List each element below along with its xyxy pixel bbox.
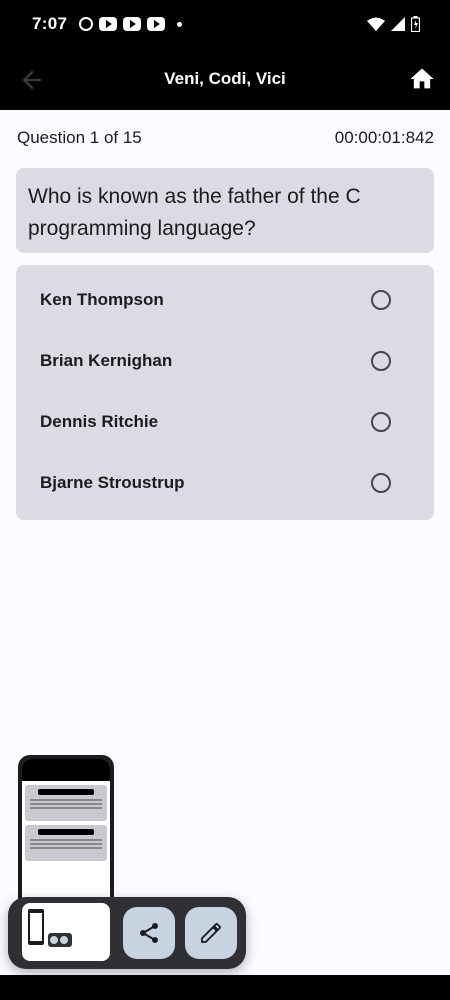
radio-button[interactable] <box>371 411 391 432</box>
screenshot-thumbnail[interactable] <box>22 903 110 961</box>
preview-line <box>30 843 102 845</box>
preview-line <box>30 847 102 849</box>
arrow-back-icon[interactable] <box>18 66 46 94</box>
pencil-icon <box>201 923 221 943</box>
app-title: Veni, Codi, Vici <box>164 69 286 88</box>
preview-app-bar <box>22 759 110 781</box>
preview-card <box>25 785 107 821</box>
share-button[interactable] <box>123 907 175 959</box>
option-item[interactable]: Ken Thompson <box>16 269 434 330</box>
edit-button[interactable] <box>185 907 237 959</box>
preview-line <box>30 839 102 841</box>
circle-notification-icon <box>79 17 94 31</box>
notification-icons <box>79 17 183 31</box>
option-label: Brian Kernighan <box>40 350 173 370</box>
question-progress: Question 1 of 15 <box>17 128 142 147</box>
wifi-icon <box>367 17 385 31</box>
radio-button[interactable] <box>371 350 391 371</box>
quiz-timer: 00:00:01:842 <box>334 128 434 147</box>
app-bar: Veni, Codi, Vici <box>0 48 450 110</box>
home-icon[interactable] <box>408 65 436 93</box>
navigation-bar <box>0 975 450 1000</box>
preview-pill <box>38 789 94 795</box>
quiz-meta: Question 1 of 15 00:00:01:842 <box>17 128 434 148</box>
share-icon <box>140 923 158 943</box>
radio-button[interactable] <box>371 289 391 310</box>
radio-button[interactable] <box>371 472 391 493</box>
question-text: Who is known as the father of the C prog… <box>28 185 361 240</box>
option-label: Bjarne Stroustrup <box>40 472 185 492</box>
youtube-icon <box>147 17 166 31</box>
option-item[interactable]: Bjarne Stroustrup <box>16 452 434 513</box>
preview-line <box>30 803 102 805</box>
status-bar: 7:07 <box>0 0 450 48</box>
preview-line <box>30 807 102 809</box>
youtube-icon <box>123 17 142 31</box>
option-label: Ken Thompson <box>40 289 164 309</box>
option-label: Dennis Ritchie <box>40 411 159 431</box>
question-card: Who is known as the father of the C prog… <box>16 168 434 253</box>
battery-icon <box>411 16 420 32</box>
thumbnail-image <box>22 903 110 961</box>
preview-card <box>25 825 107 861</box>
youtube-icon <box>99 17 118 31</box>
option-item[interactable]: Dennis Ritchie <box>16 391 434 452</box>
preview-pill <box>38 829 94 835</box>
options-card: Ken Thompson Brian Kernighan Dennis Ritc… <box>16 265 434 520</box>
screenshot-toolbar <box>8 897 246 969</box>
status-time: 7:07 <box>32 14 68 33</box>
system-icons <box>367 16 420 32</box>
preview-line <box>30 799 102 801</box>
signal-icon <box>391 17 405 31</box>
thumbnail-graphic <box>28 909 72 947</box>
option-item[interactable]: Brian Kernighan <box>16 330 434 391</box>
dot-icon <box>177 21 183 27</box>
